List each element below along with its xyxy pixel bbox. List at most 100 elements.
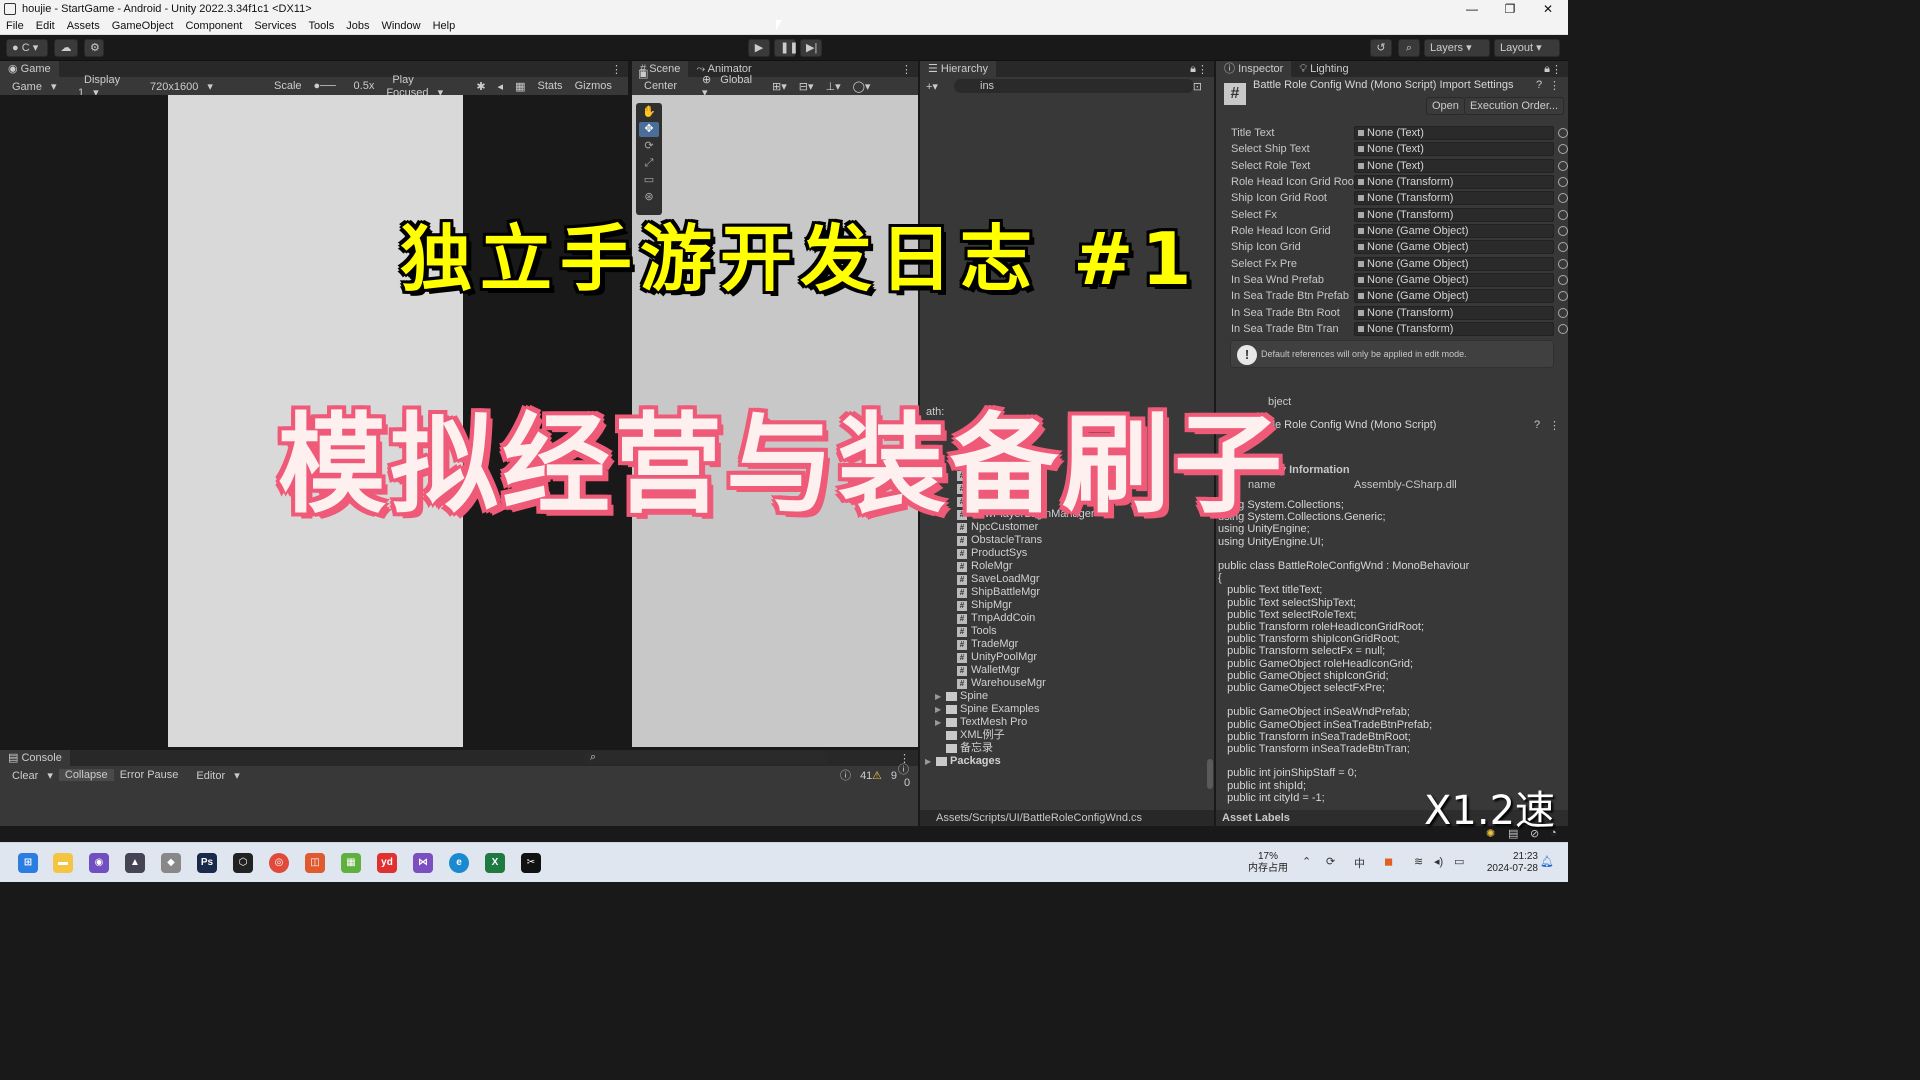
list-item[interactable]: # Tools bbox=[920, 625, 1214, 638]
scene-menu-icon[interactable]: ⋮ bbox=[901, 63, 912, 76]
list-item[interactable]: # ShipBattleMgr bbox=[920, 586, 1214, 599]
execution-order-button[interactable]: Execution Order... bbox=[1464, 97, 1565, 115]
menu-gameobject[interactable]: GameObject bbox=[106, 20, 180, 32]
edge-icon[interactable]: e bbox=[449, 853, 469, 873]
app-icon[interactable]: ▲ bbox=[125, 853, 145, 873]
inspector-scrollbar[interactable] bbox=[1561, 141, 1567, 801]
play-icon[interactable]: ▶ bbox=[748, 39, 770, 57]
inspector-menu-icon[interactable]: ⋮ bbox=[1551, 63, 1562, 76]
increment-icon[interactable]: ⊥▾ bbox=[820, 80, 847, 93]
search-icon[interactable]: ⌕ bbox=[1398, 39, 1420, 57]
menu-jobs[interactable]: Jobs bbox=[340, 20, 375, 32]
object-field[interactable]: None (Transform) bbox=[1354, 306, 1554, 320]
console-search-input[interactable]: ⌕ bbox=[584, 751, 828, 765]
menu-component[interactable]: Component bbox=[179, 20, 248, 32]
app-icon[interactable]: ◉ bbox=[89, 853, 109, 873]
tab-lighting[interactable]: 💡︎ Lighting bbox=[1291, 61, 1356, 77]
expand-arrow-icon[interactable]: ▶ bbox=[935, 703, 941, 716]
object-field[interactable]: None (Transform) bbox=[1354, 208, 1554, 222]
scrollbar[interactable] bbox=[1207, 759, 1213, 789]
list-item[interactable]: # ProductSys bbox=[920, 547, 1214, 560]
file-explorer-icon[interactable]: ▬ bbox=[53, 853, 73, 873]
menu-file[interactable]: File bbox=[0, 20, 30, 32]
object-field[interactable]: None (Text) bbox=[1354, 142, 1554, 156]
object-field[interactable]: None (Text) bbox=[1354, 159, 1554, 173]
cloud-icon[interactable]: ☁ bbox=[54, 39, 78, 57]
notification-bell-icon[interactable]: 🔔︎ bbox=[1540, 855, 1554, 868]
expand-arrow-icon[interactable]: ▶ bbox=[925, 755, 931, 768]
windows-start-icon[interactable]: ⊞ bbox=[18, 853, 38, 873]
menu-help[interactable]: Help bbox=[427, 20, 462, 32]
rotate-tool-icon[interactable]: ⟳ bbox=[639, 139, 659, 154]
script-help-icon[interactable]: ? bbox=[1534, 419, 1540, 431]
list-item[interactable]: # SaveLoadMgr bbox=[920, 573, 1214, 586]
object-field[interactable]: None (Transform) bbox=[1354, 322, 1554, 336]
chrome-icon[interactable]: ◎ bbox=[269, 853, 289, 873]
pause-icon[interactable]: ❚❚ bbox=[774, 39, 798, 57]
battery-icon[interactable]: ▭ bbox=[1454, 855, 1464, 868]
panel-menu-icon[interactable]: ⋮ bbox=[611, 63, 622, 76]
volume-icon[interactable]: ◂) bbox=[1434, 855, 1443, 868]
bug-icon[interactable]: ✱ bbox=[470, 80, 491, 93]
app-icon[interactable]: ◆ bbox=[161, 853, 181, 873]
youdao-icon[interactable]: yd bbox=[377, 853, 397, 873]
stats-grid-icon[interactable]: ▦ bbox=[509, 80, 531, 93]
tab-inspector[interactable]: ⓘ Inspector bbox=[1216, 61, 1292, 77]
script-settings-icon[interactable]: ⋮ bbox=[1549, 419, 1560, 432]
close-icon[interactable]: ✕ bbox=[1528, 0, 1568, 18]
game-mode-dropdown[interactable]: Game ▾ bbox=[0, 80, 72, 93]
menu-window[interactable]: Window bbox=[375, 20, 426, 32]
list-item[interactable]: # ObstacleTrans bbox=[920, 534, 1214, 547]
file-item[interactable]: XML例子 bbox=[920, 729, 1214, 742]
clear-dropdown[interactable]: Clear ▾ bbox=[0, 769, 59, 782]
folder-item[interactable]: ▶ TextMesh Pro bbox=[920, 716, 1214, 729]
menu-services[interactable]: Services bbox=[248, 20, 302, 32]
history-icon[interactable]: ↺ bbox=[1370, 39, 1392, 57]
lock-icon[interactable]: 🔒︎ bbox=[1190, 63, 1196, 76]
list-item[interactable]: # WalletMgr bbox=[920, 664, 1214, 677]
object-picker-icon[interactable] bbox=[1558, 128, 1568, 138]
audio-icon[interactable]: ◂ bbox=[492, 80, 510, 93]
object-field[interactable]: None (Game Object) bbox=[1354, 273, 1554, 287]
object-field[interactable]: None (Text) bbox=[1354, 126, 1554, 140]
help-icon[interactable]: ? bbox=[1536, 79, 1542, 91]
snap-icon[interactable]: ⊞▾ bbox=[766, 80, 793, 93]
tab-console[interactable]: ▤ Console bbox=[0, 750, 70, 766]
capcut-icon[interactable]: ✂ bbox=[521, 853, 541, 873]
visual-studio-icon[interactable]: ⋈ bbox=[413, 853, 433, 873]
list-item[interactable]: # RoleMgr bbox=[920, 560, 1214, 573]
stats-button[interactable]: Stats bbox=[531, 80, 568, 92]
object-field[interactable]: None (Game Object) bbox=[1354, 224, 1554, 238]
list-item[interactable]: # ShipMgr bbox=[920, 599, 1214, 612]
clock[interactable]: 21:23 2024-07-28 bbox=[1478, 851, 1538, 875]
tab-hierarchy[interactable]: ☰ Hierarchy bbox=[920, 61, 996, 77]
search-options-icon[interactable]: ⊡ bbox=[1187, 80, 1208, 93]
object-field[interactable]: None (Game Object) bbox=[1354, 289, 1554, 303]
list-item[interactable]: # WarehouseMgr bbox=[920, 677, 1214, 690]
object-field[interactable]: None (Game Object) bbox=[1354, 240, 1554, 254]
office-icon[interactable]: ◫ bbox=[305, 853, 325, 873]
settings-icon[interactable]: ⋮ bbox=[1549, 79, 1560, 92]
app-icon[interactable]: ▦ bbox=[341, 853, 361, 873]
expand-arrow-icon[interactable]: ▶ bbox=[935, 690, 941, 703]
menu-tools[interactable]: Tools bbox=[303, 20, 341, 32]
layers-dropdown[interactable]: Layers ▾ bbox=[1424, 39, 1490, 57]
list-item[interactable]: # TradeMgr bbox=[920, 638, 1214, 651]
hierarchy-menu-icon[interactable]: ⋮ bbox=[1197, 63, 1208, 76]
ime-icon[interactable]: 中 bbox=[1354, 855, 1365, 871]
grid-icon[interactable]: ⊟▾ bbox=[793, 80, 820, 93]
folder-item[interactable]: ▶ Spine Examples bbox=[920, 703, 1214, 716]
collab-icon[interactable]: ⚙ bbox=[84, 39, 104, 57]
inspector-lock-icon[interactable]: 🔒︎ bbox=[1544, 63, 1550, 76]
hierarchy-search-input[interactable]: ins bbox=[954, 79, 1194, 93]
menu-edit[interactable]: Edit bbox=[30, 20, 61, 32]
maximize-icon[interactable]: ❐ bbox=[1490, 0, 1530, 18]
collapse-button[interactable]: Collapse bbox=[58, 769, 114, 781]
packages-folder[interactable]: ▶ Packages bbox=[920, 755, 1214, 768]
wifi-icon[interactable]: ≋ bbox=[1414, 855, 1423, 868]
object-field[interactable]: None (Transform) bbox=[1354, 175, 1554, 189]
folder-item[interactable]: ▶ Spine bbox=[920, 690, 1214, 703]
rect-tool-icon[interactable]: ▭ bbox=[639, 173, 659, 188]
minimize-icon[interactable]: — bbox=[1452, 0, 1492, 18]
scale-slider[interactable]: ●── bbox=[308, 80, 348, 92]
